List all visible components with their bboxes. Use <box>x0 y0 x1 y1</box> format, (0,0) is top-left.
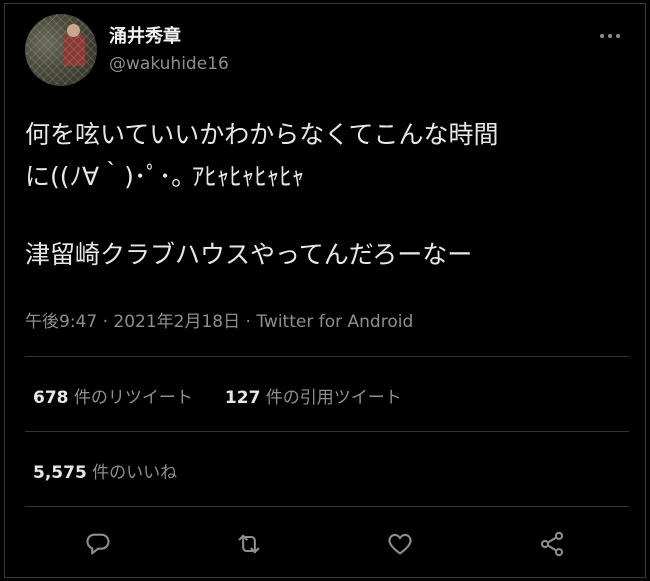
action-bar <box>0 526 650 562</box>
avatar[interactable] <box>25 14 97 86</box>
more-horizontal-icon[interactable] <box>596 26 624 46</box>
meta-separator: · <box>97 312 114 332</box>
likes-label: 件のいいね <box>86 463 178 483</box>
retweets-label: 件のリツイート <box>68 388 193 408</box>
tweet-text: 何を呟いていいかわからなくてこんな時間 に((ﾉ∀｀)･ﾟ･｡ ｱﾋｬﾋｬﾋｬﾋｬ… <box>25 114 635 276</box>
meta-separator: · <box>240 312 257 332</box>
divider <box>25 356 629 357</box>
display-name[interactable]: 涌井秀章 <box>109 22 181 48</box>
retweets-stat[interactable]: 678 件のリツイート <box>33 383 193 408</box>
tweet-card <box>4 3 646 578</box>
heart-icon[interactable] <box>382 526 418 562</box>
tweet-date[interactable]: 2021年2月18日 <box>113 312 240 332</box>
retweet-icon[interactable] <box>231 526 267 562</box>
tweet-line-1: 何を呟いていいかわからなくてこんな時間 <box>25 120 499 149</box>
quotes-count: 127 <box>224 388 261 408</box>
divider <box>25 431 629 432</box>
tweet-meta: 午後9:47 · 2021年2月18日 · Twitter for Androi… <box>25 307 413 332</box>
retweets-count: 678 <box>33 388 69 408</box>
tweet-source[interactable]: Twitter for Android <box>256 312 413 332</box>
user-handle[interactable]: @wakuhide16 <box>109 54 229 74</box>
quotes-stat[interactable]: 127 件の引用ツイート <box>225 383 402 408</box>
tweet-line-3: 津留崎クラブハウスやってんだろーなー <box>25 240 473 269</box>
reply-icon[interactable] <box>80 526 116 562</box>
share-icon[interactable] <box>534 526 570 562</box>
tweet-line-2: に((ﾉ∀｀)･ﾟ･｡ ｱﾋｬﾋｬﾋｬﾋｬ <box>25 162 305 191</box>
quotes-label: 件の引用ツイート <box>260 388 402 408</box>
likes-stat[interactable]: 5,575 件のいいね <box>33 458 177 483</box>
divider <box>25 506 629 507</box>
likes-count: 5,575 <box>33 463 87 483</box>
avatar-fence-pattern <box>25 14 97 86</box>
tweet-time[interactable]: 午後9:47 <box>25 312 97 332</box>
stats-row: 678 件のリツイート 127 件の引用ツイート <box>33 383 402 408</box>
